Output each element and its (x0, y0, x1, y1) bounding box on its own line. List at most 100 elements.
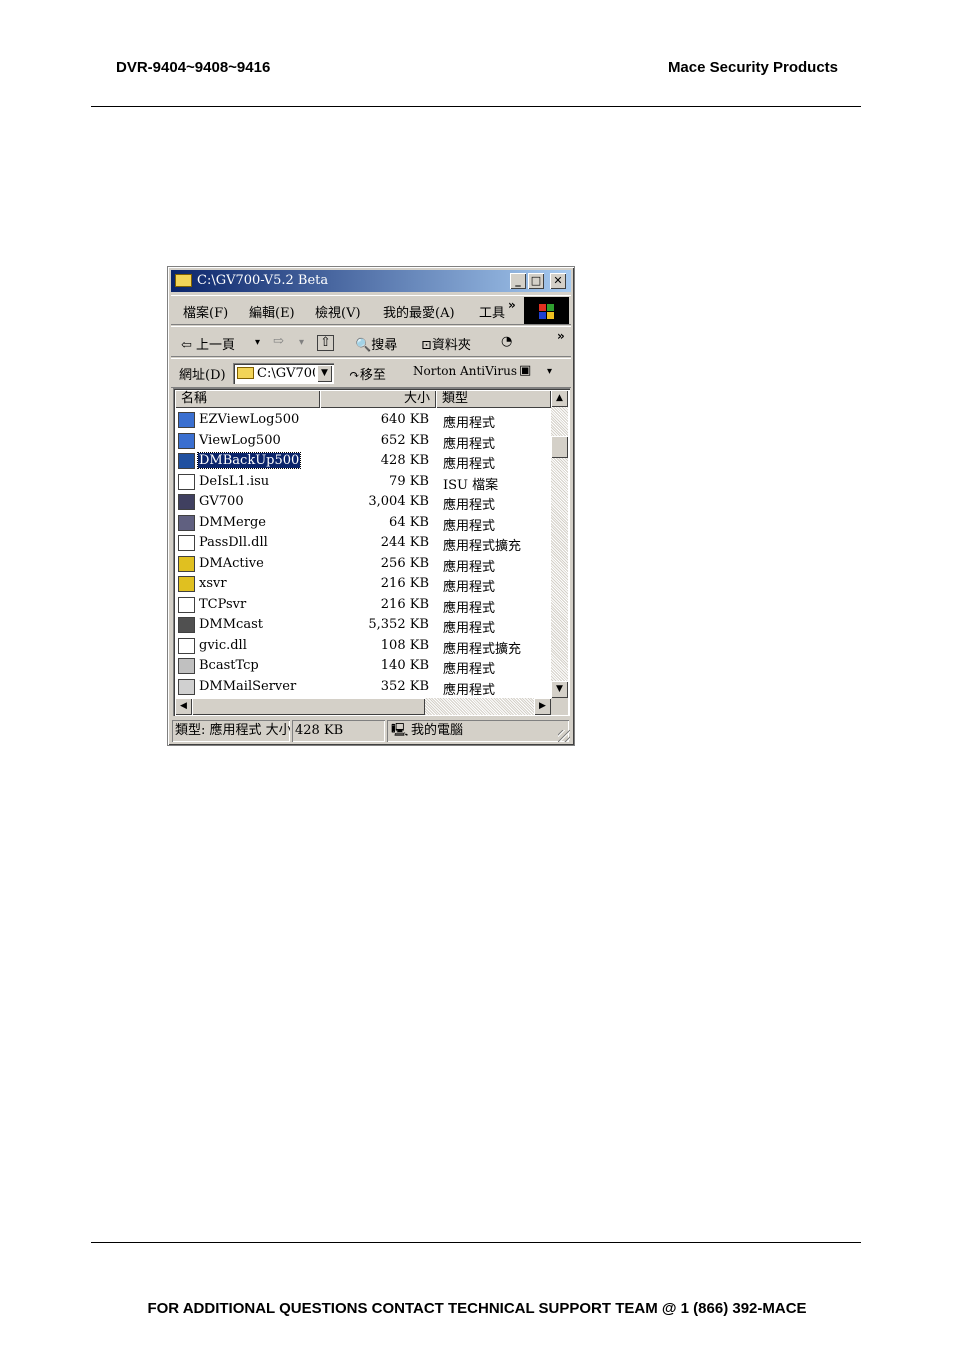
horizontal-scrollbar[interactable]: ◀ ▶ (175, 698, 551, 715)
isu-file-icon (178, 473, 195, 490)
history-icon[interactable]: ◔ (501, 334, 512, 349)
gv-app-icon (178, 494, 195, 510)
norton-icon[interactable]: ▣ (519, 363, 531, 378)
file-name: TCPsvr (199, 596, 247, 612)
file-name: BcastTcp (199, 658, 259, 673)
address-value[interactable]: C:\GV700 (257, 366, 315, 381)
dll-file-icon (178, 535, 195, 551)
file-row[interactable]: ViewLog500 652 KB 應用程式 (175, 431, 550, 452)
forward-dropdown[interactable]: ▾ (299, 337, 304, 348)
file-row[interactable]: DMMailServer 352 KB 應用程式 (175, 677, 550, 698)
app-window-icon (178, 412, 195, 428)
file-type: 應用程式 (443, 518, 496, 534)
scroll-right-button[interactable]: ▶ (534, 698, 551, 715)
file-name: DMMailServer (199, 678, 297, 694)
explorer-window: C:\GV700-V5.2 Beta _ □ ✕ 檔案(F) 編輯(E) 檢視(… (167, 266, 575, 746)
column-header-name[interactable]: 名稱 (175, 390, 320, 408)
file-type: 應用程式 (443, 436, 496, 452)
menu-bar: 檔案(F) 編輯(E) 檢視(V) 我的最愛(A) 工具 » (171, 295, 571, 325)
backup-icon (178, 453, 195, 469)
menu-tools[interactable]: 工具 (479, 302, 505, 321)
horizontal-scroll-thumb[interactable] (192, 698, 425, 715)
file-row[interactable]: GV700 3,004 KB 應用程式 (175, 492, 550, 513)
file-row[interactable]: DMActive 256 KB 應用程式 (175, 554, 550, 575)
file-row[interactable]: TCPsvr 216 KB 應用程式 (175, 595, 550, 616)
file-size: 640 KB (380, 412, 429, 427)
scroll-left-button[interactable]: ◀ (175, 698, 192, 715)
file-row[interactable]: DMMerge 64 KB 應用程式 (175, 513, 550, 534)
status-location: 🖳 我的電腦 (387, 720, 569, 742)
go-button[interactable]: ↷移至 (349, 364, 386, 383)
norton-dropdown[interactable]: ▾ (547, 366, 552, 377)
status-size: 428 KB (292, 720, 385, 742)
file-list: 名稱 大小 類型 EZViewLog500 640 KB 應用程式 ViewLog50… (173, 388, 570, 716)
toolbar-overflow-chevron[interactable]: » (557, 329, 565, 343)
windows-logo-icon (524, 297, 569, 324)
back-button[interactable]: ⇦ 上一頁 (181, 334, 235, 353)
scroll-down-button[interactable]: ▼ (551, 681, 568, 698)
window-title: C:\GV700-V5.2 Beta (197, 273, 329, 288)
file-type: 應用程式 (443, 662, 496, 677)
go-arrow-icon: ↷ (349, 368, 360, 383)
column-header-size[interactable]: 大小 (320, 390, 436, 408)
file-size: 652 KB (380, 432, 429, 448)
back-dropdown[interactable]: ▾ (255, 337, 260, 348)
folders-icon: ⊡ (421, 338, 432, 353)
close-button[interactable]: ✕ (550, 273, 566, 289)
file-name: DMMerge (199, 514, 266, 530)
file-row[interactable]: DMMcast 5,352 KB 應用程式 (175, 615, 550, 636)
file-type: 應用程式 (443, 682, 496, 698)
file-name: PassDll.dll (199, 535, 268, 550)
folders-button[interactable]: ⊡資料夾 (421, 334, 471, 353)
file-row[interactable]: EZViewLog500 640 KB 應用程式 (175, 410, 550, 431)
file-row[interactable]: xsvr 216 KB 應用程式 (175, 574, 550, 595)
menu-file[interactable]: 檔案(F) (183, 302, 228, 321)
file-size: 3,004 KB (368, 494, 429, 509)
file-row[interactable]: PassDll.dll 244 KB 應用程式擴充 (175, 533, 550, 554)
file-name: EZViewLog500 (199, 412, 300, 427)
file-row[interactable]: gvic.dll 108 KB 應用程式擴充 (175, 636, 550, 657)
maximize-button[interactable]: □ (528, 273, 544, 289)
menu-edit[interactable]: 編輯(E) (249, 302, 295, 321)
title-bar[interactable]: C:\GV700-V5.2 Beta _ □ ✕ (171, 270, 571, 292)
page-header-left: DVR-9404~9408~9416 (116, 59, 271, 76)
scroll-corner (551, 698, 568, 715)
forward-button[interactable]: ⇨ (273, 334, 284, 349)
file-row[interactable]: DeIsL1.isu 79 KB ISU 檔案 (175, 472, 550, 493)
search-icon: 🔍 (355, 338, 372, 353)
resize-grip[interactable] (558, 730, 570, 742)
vertical-scrollbar[interactable]: ▲ ▼ (551, 390, 568, 698)
file-name: GV700 (199, 494, 244, 509)
file-size: 64 KB (389, 514, 429, 530)
address-dropdown-button[interactable]: ▼ (317, 365, 332, 382)
vertical-scroll-thumb[interactable] (551, 436, 568, 458)
scroll-up-button[interactable]: ▲ (551, 390, 568, 407)
file-size: 79 KB (389, 473, 429, 489)
page-footer: FOR ADDITIONAL QUESTIONS CONTACT TECHNIC… (147, 1300, 807, 1317)
menu-favorites[interactable]: 我的最愛(A) (383, 302, 455, 321)
status-location-label: 我的電腦 (411, 723, 464, 738)
norton-antivirus-button[interactable]: Norton AntiVirus (413, 364, 517, 378)
column-header-type[interactable]: 類型 (436, 390, 551, 408)
file-type: ISU 檔案 (443, 477, 499, 493)
address-label: 網址(D) (179, 368, 226, 383)
tcp-icon (178, 596, 195, 613)
file-row[interactable]: DMBackUp500 428 KB 應用程式 (175, 451, 550, 472)
dll-file-icon (178, 637, 195, 654)
page-header-right: Mace Security Products (667, 59, 838, 76)
file-type: 應用程式 (443, 621, 496, 636)
footer-rule (91, 1242, 861, 1243)
up-folder-icon[interactable]: ⇧ (317, 335, 334, 351)
standard-toolbar: ⇦ 上一頁 ▾ ⇨ ▾ ⇧ 🔍搜尋 ⊡資料夾 ◔ » (171, 326, 571, 357)
file-type: 應用程式 (443, 416, 496, 431)
folder-icon (237, 367, 254, 379)
go-label: 移至 (359, 368, 386, 383)
address-field[interactable]: C:\GV700 ▼ (233, 363, 334, 384)
file-row[interactable]: BcastTcp 140 KB 應用程式 (175, 656, 550, 677)
minimize-button[interactable]: _ (510, 273, 526, 289)
search-button[interactable]: 🔍搜尋 (355, 334, 397, 353)
magnifier-icon (178, 658, 195, 674)
file-type: 應用程式擴充 (443, 539, 522, 554)
menu-view[interactable]: 檢視(V) (315, 302, 361, 321)
menu-overflow-chevron[interactable]: » (508, 298, 516, 312)
